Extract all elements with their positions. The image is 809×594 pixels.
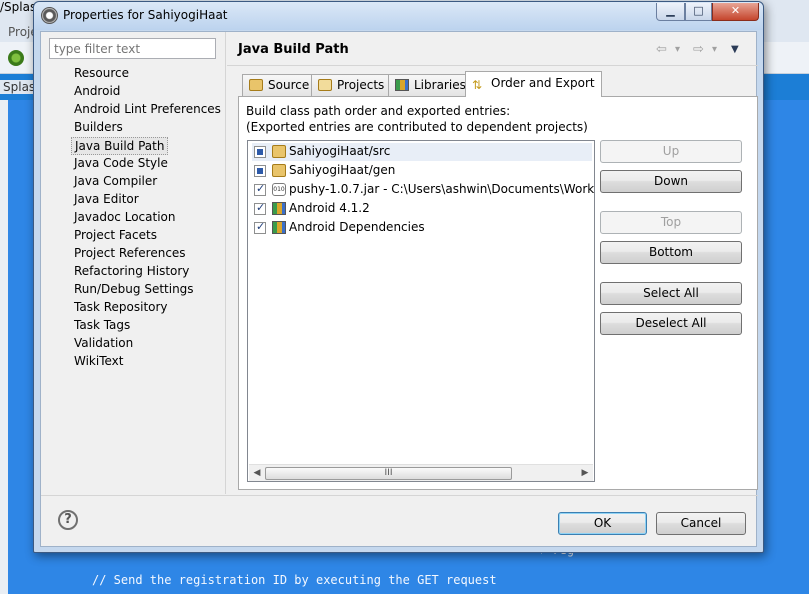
nav-item-run-debug-settings[interactable]: Run/Debug Settings: [71, 281, 197, 299]
nav-item-android-lint-preferences[interactable]: Android Lint Preferences: [71, 101, 224, 119]
deselect-all-button[interactable]: Deselect All: [600, 312, 742, 335]
debug-icon[interactable]: [8, 50, 24, 66]
dialog-title-bar[interactable]: Properties for SahiyogiHaat ▁ □ ✕: [34, 2, 763, 30]
select-all-button[interactable]: Select All: [600, 282, 742, 305]
nav-item-builders[interactable]: Builders: [71, 119, 126, 137]
ok-button[interactable]: OK: [558, 512, 647, 535]
library-icon: [272, 221, 286, 234]
minimize-button[interactable]: ▁: [656, 3, 685, 21]
jar-icon: 010: [272, 183, 286, 196]
forward-dropdown-icon[interactable]: ▾: [712, 44, 717, 55]
source-folder-icon: [249, 79, 263, 91]
entry-label: SahiyogiHaat/src: [289, 144, 391, 158]
list-item[interactable]: Android Dependencies: [252, 219, 592, 237]
export-checkbox[interactable]: [254, 201, 266, 215]
classpath-entry-list[interactable]: SahiyogiHaat/src SahiyogiHaat/gen 010 pu…: [247, 140, 595, 482]
source-folder-icon: [272, 164, 286, 177]
sash[interactable]: [225, 32, 226, 494]
tab-label: Projects: [337, 78, 385, 92]
back-arrow-icon[interactable]: ⇦: [656, 42, 667, 57]
nav-item-validation[interactable]: Validation: [71, 335, 136, 353]
nav-item-javadoc-location[interactable]: Javadoc Location: [71, 209, 178, 227]
dialog-title: Properties for SahiyogiHaat: [63, 8, 228, 22]
nav-item-android[interactable]: Android: [71, 83, 123, 101]
scroll-right-icon[interactable]: ▶: [578, 466, 592, 480]
maximize-button[interactable]: □: [685, 3, 712, 21]
back-dropdown-icon[interactable]: ▾: [675, 44, 680, 55]
help-icon[interactable]: ?: [58, 510, 78, 530]
scroll-thumb[interactable]: III: [265, 467, 512, 480]
filter-input[interactable]: [49, 38, 216, 59]
export-checkbox[interactable]: [254, 165, 266, 177]
up-button[interactable]: Up: [600, 140, 742, 163]
libraries-icon: [395, 79, 409, 91]
tab-label: Libraries: [414, 78, 466, 92]
entry-label: pushy-1.0.7.jar - C:\Users\ashwin\Docume…: [289, 182, 595, 196]
projects-folder-icon: [318, 79, 332, 91]
list-item[interactable]: 010 pushy-1.0.7.jar - C:\Users\ashwin\Do…: [252, 181, 595, 199]
footer-separator: [41, 495, 758, 496]
view-menu-icon[interactable]: ▼: [731, 44, 739, 55]
tab-label: Order and Export: [491, 76, 595, 90]
ide-path-fragment: /Splas: [0, 0, 37, 14]
nav-item-java-editor[interactable]: Java Editor: [71, 191, 142, 209]
horizontal-scrollbar[interactable]: ◀ III ▶: [249, 464, 593, 481]
nav-item-refactoring-history[interactable]: Refactoring History: [71, 263, 192, 281]
entry-label: Android 4.1.2: [289, 201, 370, 215]
down-button[interactable]: Down: [600, 170, 742, 193]
order-export-icon: ⇅: [472, 78, 483, 92]
close-button[interactable]: ✕: [712, 3, 759, 21]
dialog-client-area: Java Build Path ⇦ ▾ ⇨ ▾ ▼ Source Project…: [40, 31, 758, 547]
scroll-left-icon[interactable]: ◀: [250, 466, 264, 480]
ide-editor-gutter: [0, 100, 8, 594]
list-item[interactable]: SahiyogiHaat/src: [252, 143, 592, 161]
nav-item-task-tags[interactable]: Task Tags: [71, 317, 133, 335]
source-folder-icon: [272, 145, 286, 158]
top-button[interactable]: Top: [600, 211, 742, 234]
nav-item-project-facets[interactable]: Project Facets: [71, 227, 160, 245]
header-separator: [227, 65, 758, 66]
nav-item-java-compiler[interactable]: Java Compiler: [71, 173, 160, 191]
library-icon: [272, 202, 286, 215]
forward-arrow-icon[interactable]: ⇨: [693, 42, 704, 57]
properties-dialog: Properties for SahiyogiHaat ▁ □ ✕ Java B…: [33, 1, 764, 553]
nav-item-java-build-path[interactable]: Java Build Path: [71, 137, 169, 155]
nav-item-java-code-style[interactable]: Java Code Style: [71, 155, 171, 173]
nav-item-resource[interactable]: Resource: [71, 65, 132, 83]
entry-label: Android Dependencies: [289, 220, 425, 234]
list-item[interactable]: Android 4.1.2: [252, 200, 592, 218]
tab-libraries[interactable]: Libraries: [388, 74, 473, 96]
bottom-button[interactable]: Bottom: [600, 241, 742, 264]
panel-description-note: (Exported entries are contributed to dep…: [246, 120, 588, 134]
tab-projects[interactable]: Projects: [311, 74, 392, 96]
tab-label: Source: [268, 78, 310, 92]
export-checkbox[interactable]: [254, 146, 266, 158]
nav-item-project-references[interactable]: Project References: [71, 245, 189, 263]
export-checkbox[interactable]: [254, 220, 266, 234]
cancel-button[interactable]: Cancel: [656, 512, 746, 535]
code-line: // Send the registration ID by executing…: [92, 573, 497, 587]
panel-description: Build class path order and exported entr…: [246, 104, 511, 118]
nav-item-task-repository[interactable]: Task Repository: [71, 299, 171, 317]
export-checkbox[interactable]: [254, 182, 266, 196]
page-title: Java Build Path: [238, 42, 349, 57]
tab-order-and-export[interactable]: ⇅ Order and Export: [465, 71, 602, 97]
nav-item-wikitext[interactable]: WikiText: [71, 353, 127, 371]
list-item[interactable]: SahiyogiHaat/gen: [252, 162, 592, 180]
tab-source[interactable]: Source: [242, 74, 317, 96]
order-export-panel: Build class path order and exported entr…: [238, 96, 758, 490]
properties-gear-icon: [41, 7, 58, 24]
entry-label: SahiyogiHaat/gen: [289, 163, 396, 177]
